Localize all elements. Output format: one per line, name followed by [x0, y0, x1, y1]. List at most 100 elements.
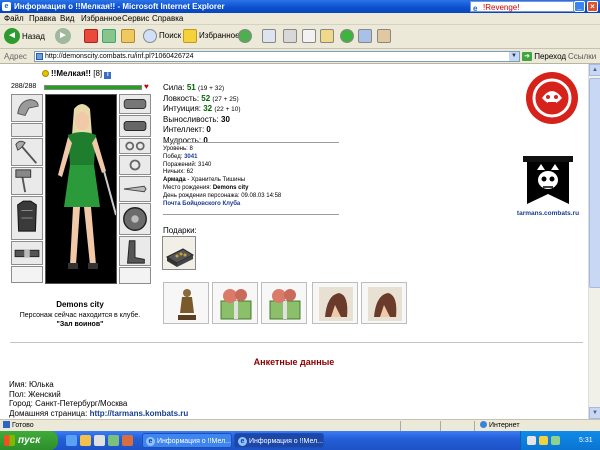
globe-icon — [480, 421, 487, 428]
taskbar-window-2[interactable]: e Информация о !!Мел... — [234, 433, 324, 448]
menu-edit[interactable]: Правка — [29, 14, 56, 23]
profile-name: Имя: Юлька — [9, 380, 54, 389]
clan-banner[interactable] — [521, 154, 575, 208]
armor-slot[interactable] — [11, 196, 43, 240]
shield-slot[interactable] — [11, 167, 43, 195]
desktop-icon[interactable] — [80, 435, 91, 446]
go-label: Переход — [534, 52, 567, 61]
boots-slot[interactable] — [119, 236, 151, 266]
stop-button[interactable] — [84, 28, 98, 46]
windows-logo-icon — [4, 435, 15, 446]
pocket-slot-right[interactable] — [119, 267, 151, 284]
scroll-down-icon[interactable]: ▼ — [589, 407, 600, 419]
address-input[interactable]: http://demonscity.combats.ru/inf.pl?1060… — [34, 51, 520, 62]
status-bar: Готово Интернет — [0, 419, 600, 431]
card-icon — [368, 287, 402, 321]
favorites-button[interactable]: Избранное — [183, 28, 240, 46]
back-button[interactable]: ◄ Назад — [4, 28, 45, 46]
hp-text: 288/288 — [11, 83, 37, 90]
ring-slot-1[interactable] — [119, 138, 151, 154]
extra-button[interactable] — [377, 28, 391, 46]
mail-icon — [262, 29, 276, 43]
clan-emblem[interactable] — [524, 70, 580, 126]
menu-tools[interactable]: Сервис — [122, 14, 149, 23]
media-button[interactable] — [238, 28, 252, 46]
address-url: http://demonscity.combats.ru/inf.pl?1060… — [45, 53, 194, 60]
network-icon[interactable] — [527, 436, 536, 445]
go-button[interactable]: ➜ Переход — [522, 52, 567, 62]
club-note: Персонаж сейчас находится в клубе. — [19, 312, 141, 319]
print-button[interactable] — [283, 28, 297, 46]
forward-button[interactable]: ► — [55, 28, 71, 46]
folder-icon — [320, 29, 334, 43]
mail-button[interactable] — [262, 28, 276, 46]
card-icon — [319, 287, 353, 321]
offhand-slot[interactable] — [119, 176, 151, 202]
status-divider — [440, 421, 441, 431]
scroll-up-icon[interactable]: ▲ — [589, 64, 600, 76]
research-button[interactable] — [358, 28, 372, 46]
refresh-button[interactable] — [102, 28, 116, 46]
ring-slot-2[interactable] — [119, 155, 151, 175]
menu-file[interactable]: Файл — [4, 14, 24, 23]
media-quicklaunch-icon[interactable] — [108, 435, 119, 446]
gallery-item-gift-1[interactable] — [212, 282, 258, 324]
other-window-tab[interactable]: e !Revenge! — [470, 1, 574, 13]
menu-favorites[interactable]: Избранное — [81, 14, 122, 23]
hp-fill — [45, 86, 141, 89]
mail-link[interactable]: Почта Бойцовского Клуба — [163, 201, 240, 207]
home-button[interactable] — [121, 28, 135, 46]
volume-icon[interactable] — [539, 436, 548, 445]
star-icon — [183, 29, 197, 43]
messenger-button[interactable] — [340, 28, 354, 46]
antivirus-icon[interactable] — [551, 436, 560, 445]
character-portrait — [45, 94, 117, 284]
menu-view[interactable]: Вид — [60, 14, 74, 23]
bracer-slot[interactable] — [119, 115, 151, 137]
belt-slot[interactable] — [11, 241, 43, 265]
homepage-link[interactable]: http://tarmans.kombats.ru — [90, 409, 189, 418]
location-city: Demons city — [56, 300, 104, 309]
earring-slot[interactable] — [11, 123, 43, 137]
menu-help[interactable]: Справка — [152, 14, 183, 23]
character-level: [8] — [93, 69, 103, 78]
links-button[interactable]: Ссылки — [568, 52, 596, 61]
shield-slot-right[interactable] — [119, 203, 151, 235]
gallery-item-gift-2[interactable] — [261, 282, 307, 324]
hammer-icon — [15, 169, 32, 193]
explorer-icon[interactable] — [94, 435, 105, 446]
ring-icon — [129, 159, 141, 171]
gallery-item-card-2[interactable] — [361, 282, 407, 324]
back-arrow-icon: ◄ — [4, 28, 20, 44]
gallery-item-statue[interactable] — [163, 282, 209, 324]
scroll-thumb[interactable] — [589, 78, 600, 288]
statue-icon — [178, 289, 196, 320]
app-quicklaunch-icon[interactable] — [122, 435, 133, 446]
edit-button[interactable] — [302, 28, 316, 46]
search-button[interactable]: Поиск — [143, 28, 181, 46]
divider — [163, 142, 339, 143]
gloves-slot[interactable] — [119, 94, 151, 114]
home-icon — [121, 29, 135, 43]
start-button[interactable]: пуск — [0, 431, 58, 450]
gallery-item-card-1[interactable] — [312, 282, 358, 324]
vertical-scrollbar[interactable]: ▲ ▼ — [588, 64, 600, 419]
section-title: Анкетные данные — [253, 357, 335, 367]
ie-quicklaunch-icon[interactable] — [66, 435, 77, 446]
pocket-slot[interactable] — [11, 266, 43, 283]
minimize-button[interactable]: _ — [574, 1, 585, 12]
system-tray: 5:31 — [520, 431, 600, 450]
close-button[interactable]: × — [587, 1, 598, 12]
helmet-slot[interactable] — [11, 94, 43, 122]
discuss-button[interactable] — [320, 28, 334, 46]
clan-url[interactable]: tarmans.combats.ru — [508, 210, 588, 217]
weapon-slot[interactable] — [11, 138, 43, 166]
gift-item[interactable] — [162, 236, 196, 270]
info-icon[interactable]: i — [104, 72, 112, 79]
taskbar-window-1[interactable]: e Информация о !!Мел... — [142, 433, 232, 448]
gift-box-icon — [165, 248, 195, 267]
gifts-label: Подарки: — [163, 226, 197, 235]
chevron-down-icon[interactable]: ▼ — [509, 52, 519, 61]
tool-icon — [377, 29, 391, 43]
heart-icon: ♥ — [144, 82, 149, 91]
